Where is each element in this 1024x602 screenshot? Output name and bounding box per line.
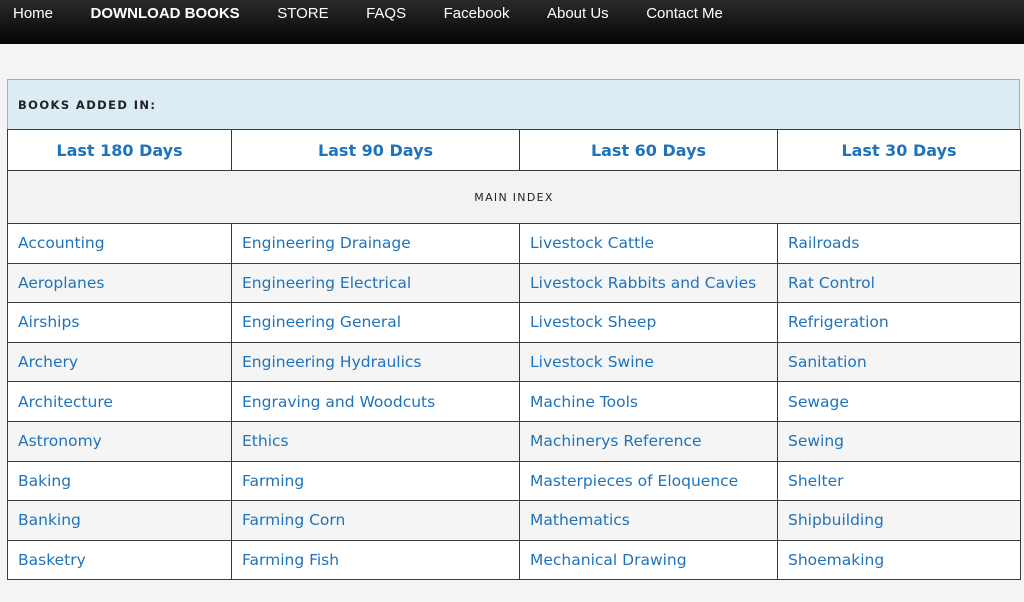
top-navigation: Home DOWNLOAD BOOKS STORE FAQS Facebook … bbox=[0, 0, 1024, 44]
table-cell: Livestock Sheep bbox=[519, 302, 778, 343]
nav-facebook[interactable]: Facebook bbox=[444, 0, 510, 36]
table-cell: Aeroplanes bbox=[7, 262, 232, 304]
category-link[interactable]: Mechanical Drawing bbox=[530, 551, 687, 569]
category-link[interactable]: Architecture bbox=[18, 393, 113, 411]
table-cell: Ethics bbox=[231, 420, 520, 462]
category-link[interactable]: Engineering General bbox=[242, 313, 401, 331]
table-cell: Architecture bbox=[7, 381, 232, 422]
table-cell: Mechanical Drawing bbox=[519, 539, 778, 581]
table-cell: Shoemaking bbox=[777, 539, 1021, 581]
table-cell: Basketry bbox=[7, 539, 232, 581]
nav-store[interactable]: STORE bbox=[277, 0, 328, 36]
table-cell: Baking bbox=[7, 460, 232, 502]
category-link[interactable]: Railroads bbox=[788, 234, 859, 252]
table-cell: Engineering Electrical bbox=[231, 262, 520, 304]
category-link[interactable]: Engraving and Woodcuts bbox=[242, 393, 435, 411]
category-link[interactable]: Sewage bbox=[788, 393, 849, 411]
nav-faqs[interactable]: FAQS bbox=[366, 0, 406, 36]
nav-about-us[interactable]: About Us bbox=[547, 0, 609, 36]
category-link[interactable]: Livestock Swine bbox=[530, 353, 654, 371]
table-cell: Archery bbox=[7, 341, 232, 383]
table-cell: Engineering General bbox=[231, 302, 520, 343]
books-added-header: BOOKS ADDED IN: bbox=[7, 79, 1020, 129]
nav-contact-me[interactable]: Contact Me bbox=[646, 0, 723, 36]
table-cell: Masterpieces of Eloquence bbox=[519, 460, 778, 502]
table-row: Archery Engineering Hydraulics Livestock S… bbox=[7, 341, 1021, 383]
table-cell: Livestock Swine bbox=[519, 341, 778, 383]
table-row: Aeroplanes Engineering Electrical Livestoc… bbox=[7, 262, 1021, 304]
table-cell: Refrigeration bbox=[777, 302, 1021, 343]
category-link[interactable]: Sanitation bbox=[788, 353, 867, 371]
table-cell: Accounting bbox=[7, 223, 232, 264]
table-cell: Mathematics bbox=[519, 500, 778, 541]
category-link[interactable]: Engineering Electrical bbox=[242, 274, 411, 292]
table-row: Airships Engineering General Livestock She… bbox=[7, 302, 1021, 343]
table-cell: Railroads bbox=[777, 223, 1021, 264]
table-cell: Machinerys Reference bbox=[519, 420, 778, 462]
period-row: Last 180 Days Last 90 Days Last 60 Days … bbox=[7, 129, 1021, 171]
category-link[interactable]: Shoemaking bbox=[788, 551, 884, 569]
category-link[interactable]: Banking bbox=[18, 511, 81, 529]
table-cell: Farming Corn bbox=[231, 500, 520, 541]
category-link[interactable]: Astronomy bbox=[18, 432, 102, 450]
table-cell: Livestock Rabbits and Cavies bbox=[519, 262, 778, 304]
table-cell: Sanitation bbox=[777, 341, 1021, 383]
table-cell: Shipbuilding bbox=[777, 500, 1021, 541]
category-link[interactable]: Ethics bbox=[242, 432, 289, 450]
category-link[interactable]: Airships bbox=[18, 313, 79, 331]
table-row: Astronomy Ethics Machinerys Reference Sewin… bbox=[7, 420, 1021, 462]
table-row: Banking Farming Corn Mathematics Shipbuildi… bbox=[7, 500, 1021, 541]
category-link[interactable]: Mathematics bbox=[530, 511, 630, 529]
table-cell: Machine Tools bbox=[519, 381, 778, 422]
category-link[interactable]: Farming bbox=[242, 472, 304, 490]
table-cell: Sewing bbox=[777, 420, 1021, 462]
table-row: Accounting Engineering Drainage Livestock … bbox=[7, 223, 1021, 264]
category-link[interactable]: Archery bbox=[18, 353, 78, 371]
table-cell: Farming bbox=[231, 460, 520, 502]
category-link[interactable]: Rat Control bbox=[788, 274, 875, 292]
category-link[interactable]: Refrigeration bbox=[788, 313, 889, 331]
category-link[interactable]: Farming Corn bbox=[242, 511, 345, 529]
category-link[interactable]: Livestock Sheep bbox=[530, 313, 656, 331]
table-cell: Sewage bbox=[777, 381, 1021, 422]
table-cell: Engineering Hydraulics bbox=[231, 341, 520, 383]
nav-download-books[interactable]: DOWNLOAD BOOKS bbox=[91, 0, 240, 36]
table-cell: Livestock Cattle bbox=[519, 223, 778, 264]
category-link[interactable]: Machine Tools bbox=[530, 393, 638, 411]
table-row: Baking Farming Masterpieces of Eloquence Sh… bbox=[7, 460, 1021, 502]
table-cell: Engineering Drainage bbox=[231, 223, 520, 264]
category-link[interactable]: Engineering Drainage bbox=[242, 234, 411, 252]
table-cell: Engraving and Woodcuts bbox=[231, 381, 520, 422]
nav-home[interactable]: Home bbox=[13, 0, 53, 36]
category-link[interactable]: Masterpieces of Eloquence bbox=[530, 472, 738, 490]
category-link[interactable]: Farming Fish bbox=[242, 551, 339, 569]
table-cell: Astronomy bbox=[7, 420, 232, 462]
category-link[interactable]: Livestock Cattle bbox=[530, 234, 654, 252]
category-link[interactable]: Baking bbox=[18, 472, 71, 490]
table-row: Architecture Engraving and Woodcuts Machin… bbox=[7, 381, 1021, 422]
period-link-60[interactable]: Last 60 Days bbox=[591, 141, 706, 160]
category-link[interactable]: Accounting bbox=[18, 234, 105, 252]
category-table: Last 180 Days Last 90 Days Last 60 Days … bbox=[7, 129, 1021, 581]
period-link-90[interactable]: Last 90 Days bbox=[318, 141, 433, 160]
category-link[interactable]: Machinerys Reference bbox=[530, 432, 701, 450]
table-cell: Banking bbox=[7, 500, 232, 541]
category-link[interactable]: Shelter bbox=[788, 472, 844, 490]
table-cell: Rat Control bbox=[777, 262, 1021, 304]
period-link-30[interactable]: Last 30 Days bbox=[841, 141, 956, 160]
table-row: Basketry Farming Fish Mechanical Drawing Sh… bbox=[7, 539, 1021, 581]
table-cell: Shelter bbox=[777, 460, 1021, 502]
category-link[interactable]: Aeroplanes bbox=[18, 274, 104, 292]
table-cell: Farming Fish bbox=[231, 539, 520, 581]
period-link-180[interactable]: Last 180 Days bbox=[56, 141, 182, 160]
main-index-heading: MAIN INDEX bbox=[7, 170, 1021, 224]
category-link[interactable]: Shipbuilding bbox=[788, 511, 884, 529]
category-link[interactable]: Basketry bbox=[18, 551, 86, 569]
category-link[interactable]: Sewing bbox=[788, 432, 844, 450]
category-link[interactable]: Livestock Rabbits and Cavies bbox=[530, 274, 756, 292]
books-panel: BOOKS ADDED IN: Last 180 Days Last 90 Da… bbox=[7, 79, 1021, 581]
main-index-row: MAIN INDEX bbox=[7, 170, 1021, 224]
table-cell: Airships bbox=[7, 302, 232, 343]
category-link[interactable]: Engineering Hydraulics bbox=[242, 353, 422, 371]
